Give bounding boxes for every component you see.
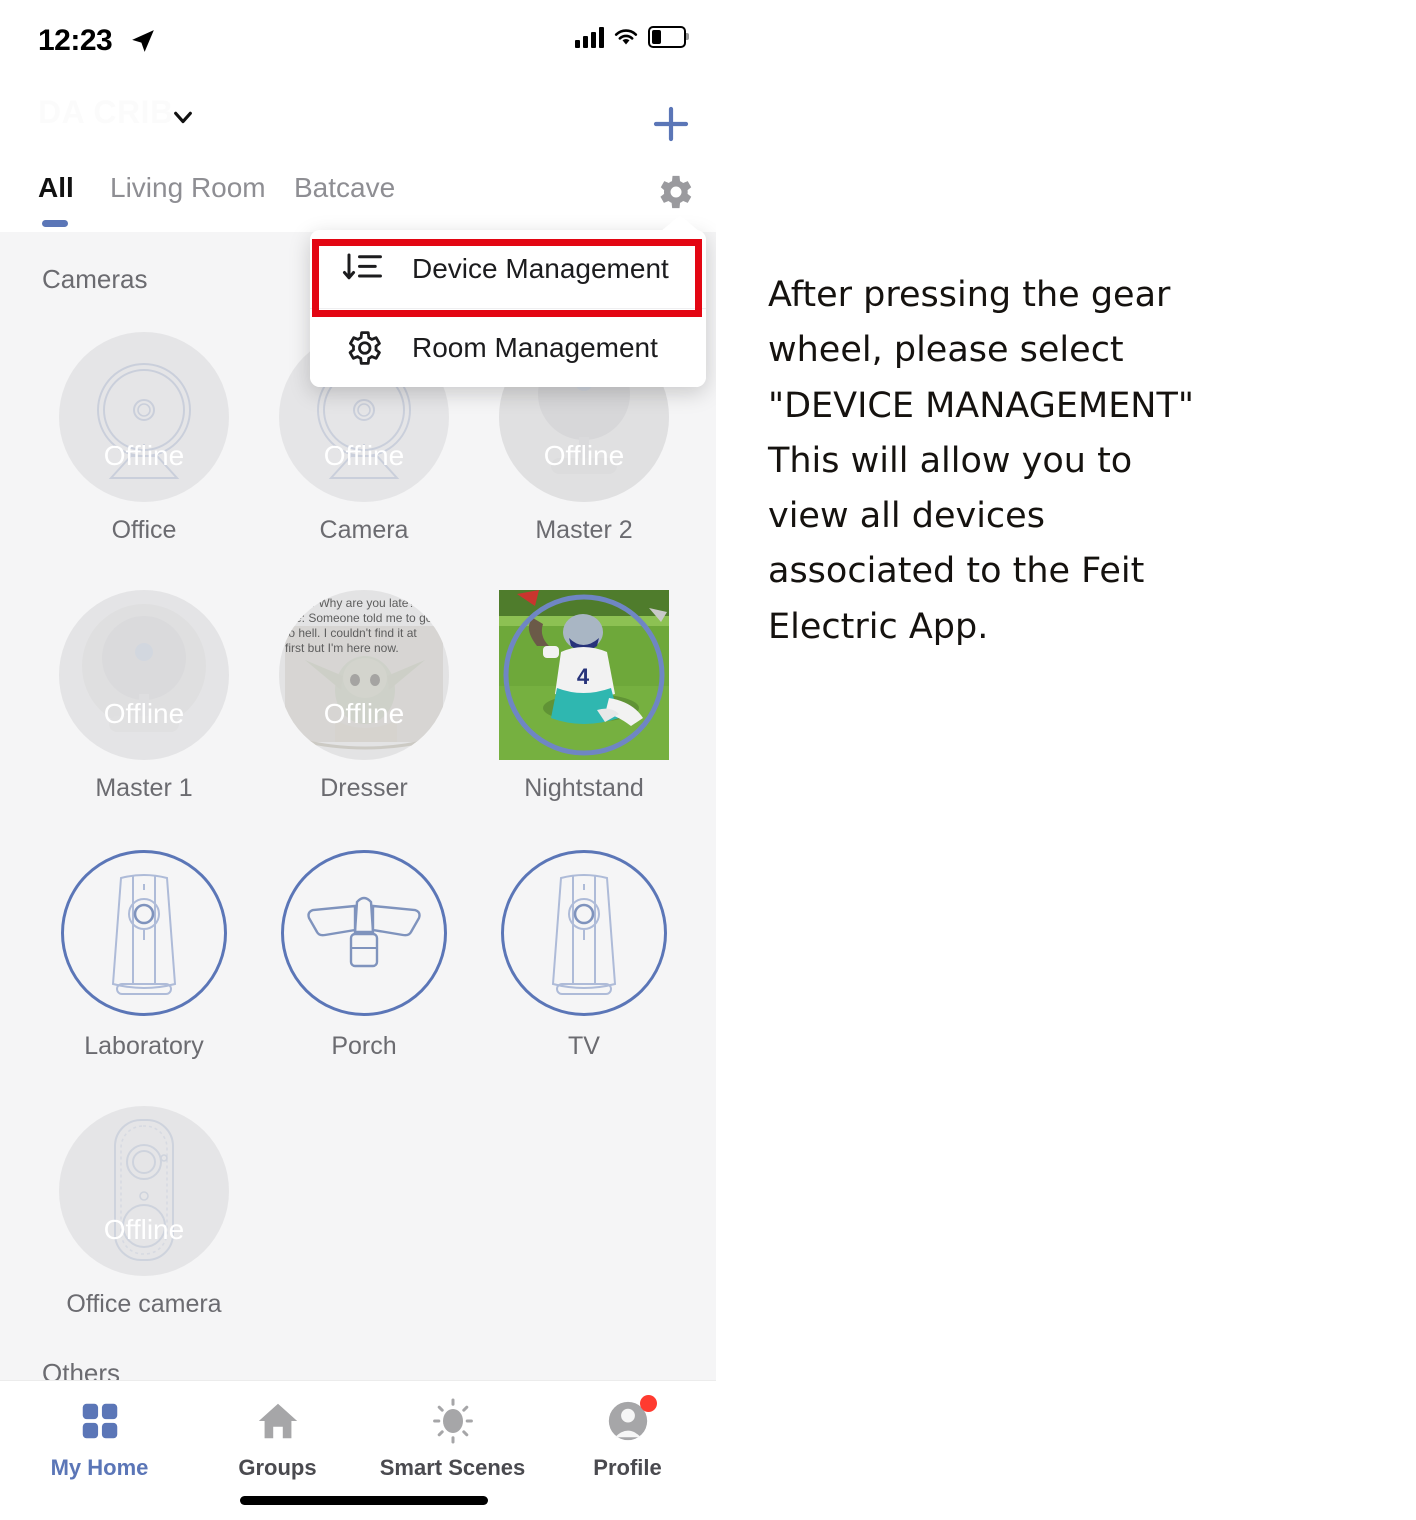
chevron-down-icon[interactable] [172, 106, 194, 128]
device-name: Master 1 [95, 774, 193, 802]
device-status: Offline [103, 1214, 185, 1245]
device-card-laboratory[interactable]: Laboratory [44, 848, 244, 1061]
device-status: Offline [103, 698, 185, 729]
nav-item-smart-scenes[interactable]: Smart Scenes [363, 1395, 542, 1481]
tower-camera-icon [551, 874, 617, 995]
menu-item-device-management[interactable]: Device Management [310, 230, 706, 308]
menu-item-label: Room Management [412, 332, 658, 363]
status-indicators [575, 26, 689, 48]
wifi-icon [614, 29, 638, 45]
nav-item-my-home[interactable]: My Home [10, 1395, 189, 1481]
menu-item-room-management[interactable]: Room Management [310, 308, 706, 387]
nav-item-groups[interactable]: Groups [188, 1395, 367, 1481]
floodlight-icon [307, 896, 421, 968]
thumbnail-caption-text: Boss: Why are you late? Me: Someone told… [285, 596, 433, 655]
offline-veil [59, 1106, 229, 1276]
home-indicator [240, 1496, 488, 1505]
device-thumbnail [59, 848, 229, 1018]
device-card-nightstand[interactable]: 4 Nightstand [484, 590, 684, 803]
device-name: Master 2 [535, 516, 633, 544]
device-name: Office camera [66, 1290, 222, 1318]
tab-all[interactable]: All [38, 172, 74, 204]
grid-squares-icon [10, 1395, 189, 1447]
device-thumbnail: 4 [499, 590, 669, 760]
add-device-button[interactable] [645, 98, 697, 150]
status-bar: 12:23 [0, 0, 716, 76]
phone-screenshot: 12:23 DA CRIB All Living Room Batcave Ca… [0, 0, 716, 1520]
nav-item-label: My Home [50, 1455, 149, 1480]
person-icon [538, 1395, 716, 1447]
device-status: Offline [103, 440, 185, 471]
battery-low-icon [648, 26, 689, 48]
cellular-signal-icon [575, 26, 604, 48]
device-name: Camera [319, 516, 409, 544]
device-thumbnail: Offline [59, 590, 229, 760]
sun-icon [363, 1395, 542, 1447]
svg-text:4: 4 [577, 664, 590, 689]
device-status: Offline [323, 440, 405, 471]
settings-gear-button[interactable] [652, 170, 696, 214]
room-tabs: All Living Room Batcave [0, 168, 716, 232]
device-thumbnail: Offline [59, 1106, 229, 1276]
device-card-office-camera[interactable]: Offline Office camera [44, 1106, 244, 1319]
home-name[interactable]: DA CRIB [38, 94, 174, 131]
instruction-annotation: After pressing the gear wheel, please se… [768, 275, 1194, 647]
menu-item-label: Device Management [412, 253, 669, 284]
nav-item-label: Groups [238, 1455, 317, 1480]
app-header: DA CRIB [0, 76, 716, 168]
house-icon [188, 1395, 367, 1447]
tab-living-room[interactable]: Living Room [110, 172, 266, 204]
sort-list-icon [342, 253, 382, 280]
notification-badge [640, 1395, 657, 1412]
device-name: Office [111, 516, 177, 544]
device-thumbnail: Offline [59, 332, 229, 502]
device-status: Offline [323, 698, 405, 729]
device-card-porch[interactable]: Porch [264, 848, 464, 1061]
tab-active-indicator [42, 220, 68, 227]
offline-veil [59, 590, 229, 760]
nav-item-label: Profile [593, 1455, 662, 1480]
gear-icon [348, 331, 381, 365]
device-card-dresser[interactable]: Boss: Why are you late? Me: Someone told… [264, 590, 464, 803]
device-name: Nightstand [524, 774, 644, 802]
nav-item-label: Smart Scenes [379, 1455, 526, 1480]
device-status: Offline [543, 440, 625, 471]
device-name: Laboratory [84, 1032, 204, 1060]
location-arrow-icon [132, 30, 154, 52]
device-name: TV [568, 1032, 600, 1060]
device-name: Porch [331, 1032, 397, 1060]
nav-item-profile[interactable]: Profile [538, 1395, 716, 1481]
section-title-others: Others [42, 1358, 121, 1380]
dropdown-caret [660, 215, 700, 232]
device-thumbnail [279, 848, 449, 1018]
status-time: 12:23 [38, 24, 113, 57]
section-title-cameras: Cameras [42, 264, 148, 294]
device-thumbnail [499, 848, 669, 1018]
device-thumbnail: Boss: Why are you late? Me: Someone told… [279, 590, 449, 760]
settings-dropdown-menu: Device Management Room Management [310, 215, 706, 387]
offline-veil [59, 332, 229, 502]
tab-batcave[interactable]: Batcave [294, 172, 395, 204]
device-card-master-1[interactable]: Offline Master 1 [44, 590, 244, 803]
tower-camera-icon [111, 874, 177, 995]
device-card-tv[interactable]: TV [484, 848, 684, 1061]
camera-snapshot-image: 4 [499, 590, 669, 760]
device-grid-scroll[interactable]: Cameras Offline Office Offline Camera Of… [0, 232, 716, 1380]
device-name: Dresser [320, 774, 408, 802]
device-card-office[interactable]: Offline Office [44, 332, 244, 545]
